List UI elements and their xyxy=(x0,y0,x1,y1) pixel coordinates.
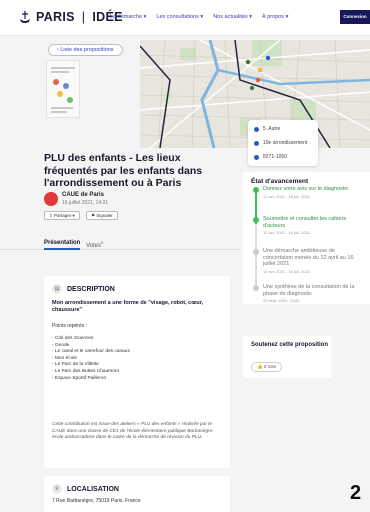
list-item: - Le Parc de la Villette xyxy=(52,362,99,368)
location-card: ⚲ LOCALISATION 7 Rue Barbanègre, 75019 P… xyxy=(44,476,230,512)
back-to-list-button[interactable]: ‹ Liste des propositions xyxy=(48,44,123,56)
share-button[interactable]: ⇪ Partager ▾ xyxy=(44,211,80,220)
content-tabs: Présentation Votes0 xyxy=(0,236,240,250)
list-item: - Espace Sportif Pailleron xyxy=(52,375,107,381)
location-heading: ⚲ LOCALISATION xyxy=(52,484,119,494)
proposal-title: PLU des enfants - Les lieux fréquentés p… xyxy=(44,152,203,189)
page-number: 2 xyxy=(350,482,362,504)
main-nav: La démarche ▾ Les consultations ▾ Nos ac… xyxy=(110,14,288,20)
proposal-thumbnail[interactable] xyxy=(46,60,80,118)
publish-date: 15 juillet 2021, 14:21 xyxy=(62,200,109,206)
step-done-icon xyxy=(253,187,259,193)
description-footer: Cette contribution est issue des atelier… xyxy=(52,422,214,441)
site-logo[interactable]: PARIS | IDÉE xyxy=(18,9,123,25)
info-district: 19e arrondissement xyxy=(254,140,307,146)
location-pin-icon xyxy=(254,140,259,146)
proposal-info-card: 5. Autre 19e arrondissement 8271-1050 xyxy=(248,120,318,166)
site-header: PARIS | IDÉE La démarche ▾ Les consultat… xyxy=(0,0,370,36)
progress-step[interactable]: Soumettre et consulter les cahiers d'act… xyxy=(253,216,361,235)
list-item: - Le canal et le carrefour des canaux xyxy=(52,349,130,355)
description-card: ▤ DESCRIPTION Mon arrondissement a une f… xyxy=(44,276,230,468)
report-button[interactable]: ⚑ Signaler xyxy=(86,211,118,220)
votes-count-badge: 0 xyxy=(101,240,104,245)
logo-paris: PARIS xyxy=(36,10,75,24)
step-pending-icon xyxy=(253,285,259,291)
support-card: Soutenez cette proposition 👍 0 vote xyxy=(243,336,331,378)
info-category: 5. Autre xyxy=(254,126,280,132)
thumbs-up-icon: 👍 xyxy=(257,364,264,369)
paris-ship-icon xyxy=(20,11,30,23)
vote-button[interactable]: 👍 0 vote xyxy=(251,362,283,372)
location-pin-icon: ⚲ xyxy=(52,484,62,494)
description-lead: Mon arrondissement a une forme de "visag… xyxy=(52,300,204,313)
progress-step[interactable]: Donnez votre avis sur le diagnostic 12 a… xyxy=(253,186,361,199)
progress-card: État d'avancement Donnez votre avis sur … xyxy=(243,172,370,304)
nav-consultations[interactable]: Les consultations ▾ xyxy=(156,14,203,20)
tab-presentation[interactable]: Présentation xyxy=(44,240,81,250)
document-icon: ▤ xyxy=(52,284,62,294)
location-address: 7 Rue Barbanègre, 75019 Paris, France xyxy=(52,498,141,504)
points-list: - Cité des Sciences - Geode - Le canal e… xyxy=(52,336,130,382)
support-title: Soutenez cette proposition xyxy=(251,342,329,348)
list-item: - Le Parc des Buttes Chaumont xyxy=(52,368,119,374)
info-reference: 8271-1050 xyxy=(254,154,287,160)
progress-step[interactable]: Une synthèse de la consultation de la ph… xyxy=(253,284,361,303)
step-done-icon xyxy=(253,217,259,223)
list-item: - Cité des Sciences xyxy=(52,336,94,341)
author-name[interactable]: CAUE de Paris xyxy=(62,192,104,198)
nav-actualites[interactable]: Nos actualités ▾ xyxy=(213,14,252,20)
author-avatar[interactable] xyxy=(44,192,58,206)
category-icon xyxy=(254,126,259,132)
nav-apropos[interactable]: À propos ▾ xyxy=(262,14,288,20)
description-subheading: Points repérés : xyxy=(52,323,88,329)
progress-step[interactable]: Une démarche ambitieuse de concertation … xyxy=(253,248,361,274)
reference-icon xyxy=(254,154,259,160)
step-pending-icon xyxy=(253,249,259,255)
login-button[interactable]: Connexion xyxy=(340,10,370,24)
progress-title: État d'avancement xyxy=(251,178,309,185)
tab-votes[interactable]: Votes0 xyxy=(86,240,103,249)
description-heading: ▤ DESCRIPTION xyxy=(52,284,115,294)
nav-demarche[interactable]: La démarche ▾ xyxy=(110,14,146,20)
